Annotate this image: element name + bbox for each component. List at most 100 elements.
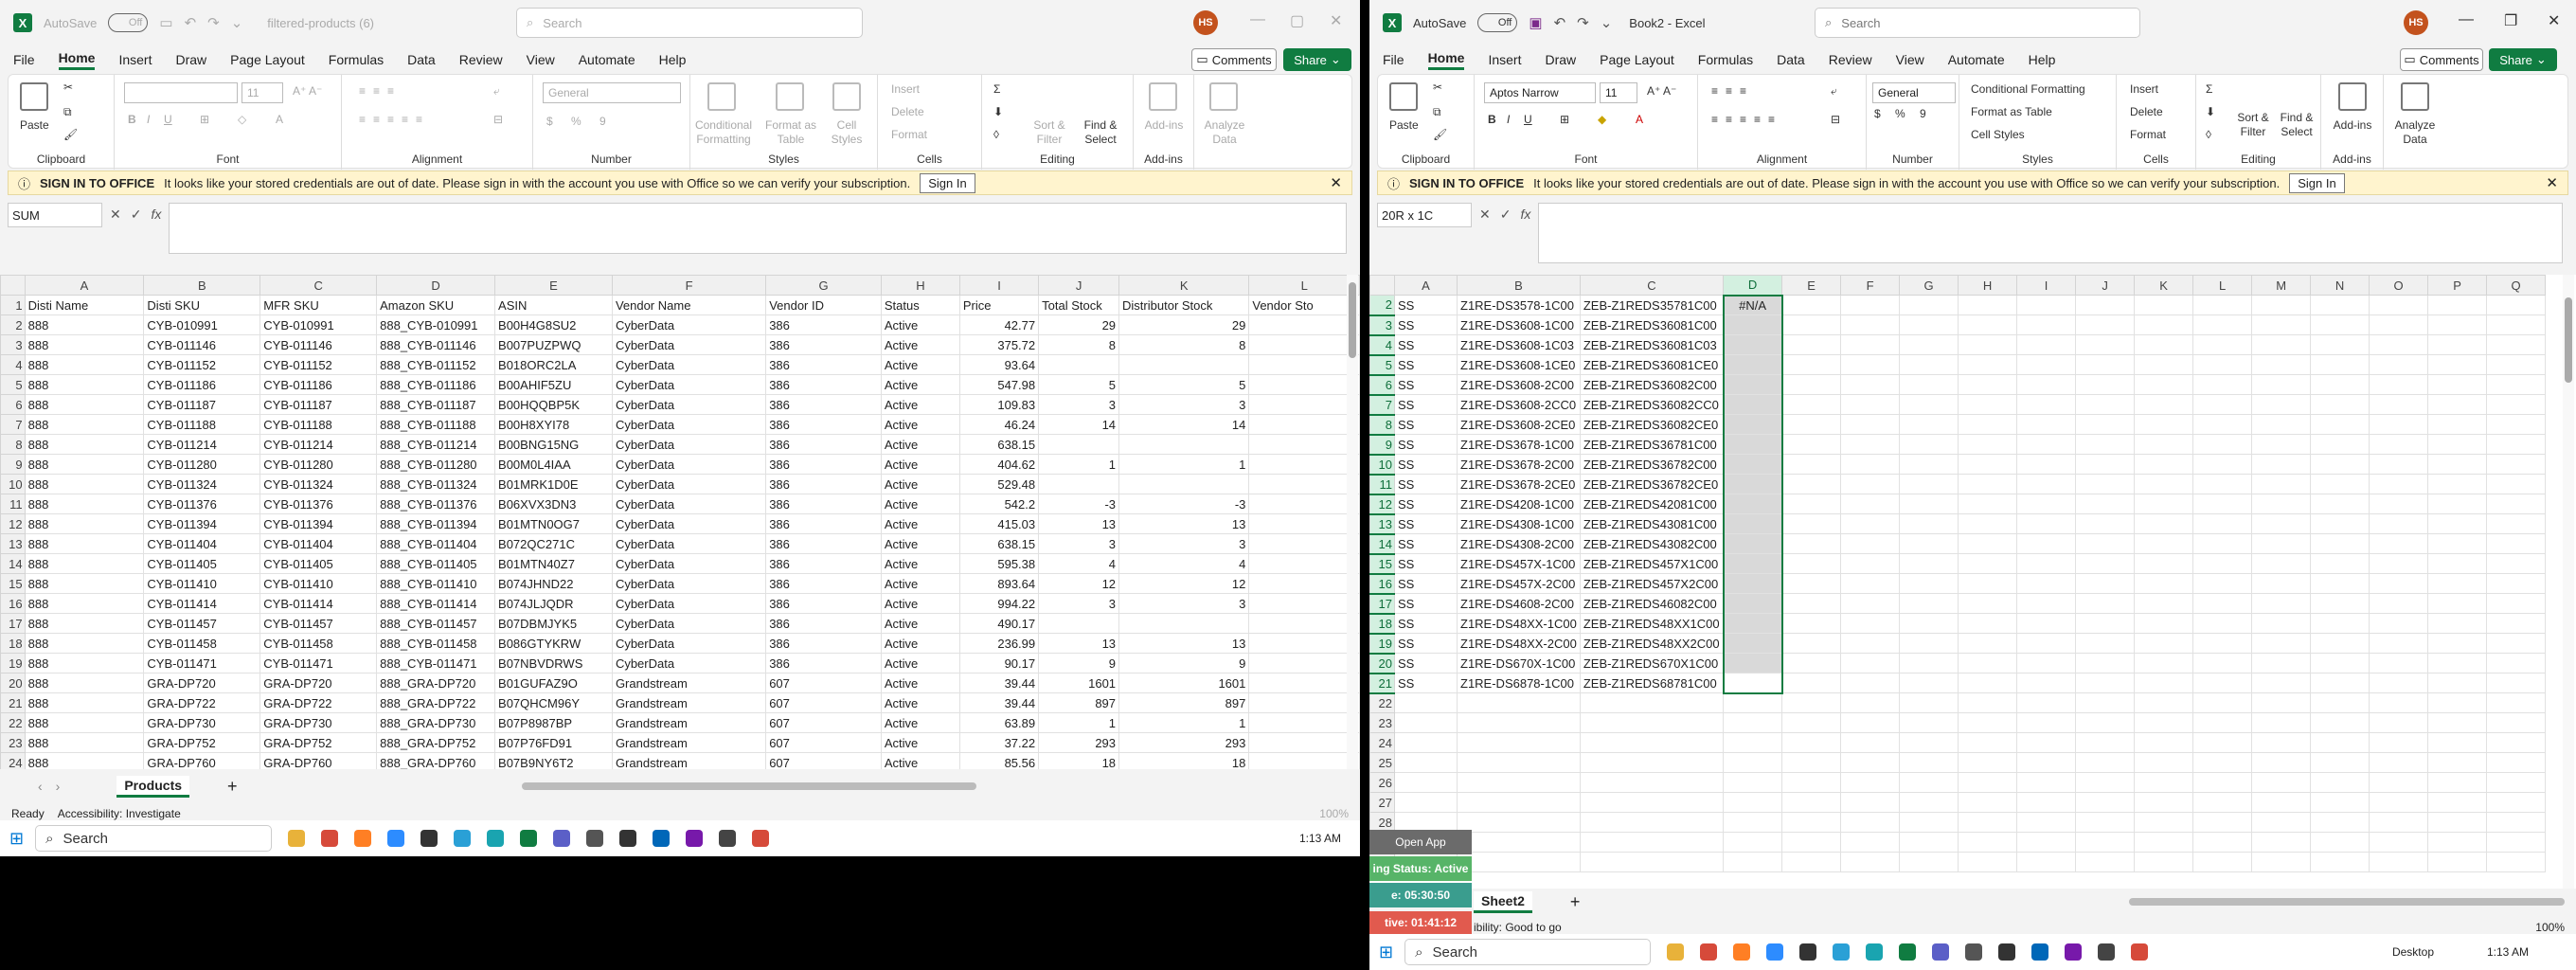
scroll-thumb[interactable]: [1349, 282, 1356, 358]
table-cell[interactable]: [1248, 314, 1360, 335]
table-cell[interactable]: CYB-011187: [143, 394, 261, 415]
table-cell[interactable]: [1394, 692, 1458, 713]
table-cell[interactable]: 542.2: [958, 494, 1040, 514]
table-cell[interactable]: [1248, 673, 1360, 693]
format-table-button[interactable]: Format as Table: [1971, 105, 2052, 118]
table-cell[interactable]: 5: [1038, 374, 1120, 395]
table-cell[interactable]: B07B9NY6T2: [494, 752, 613, 769]
table-cell[interactable]: [2310, 553, 2370, 574]
table-cell[interactable]: [1958, 553, 2018, 574]
table-cell[interactable]: [2016, 573, 2077, 594]
table-cell[interactable]: B07P76FD91: [494, 732, 613, 753]
table-cell[interactable]: 18: [1118, 752, 1250, 769]
table-cell[interactable]: [2251, 454, 2312, 475]
cancel-icon[interactable]: ✕: [110, 207, 121, 223]
table-cell[interactable]: [2251, 533, 2312, 554]
table-cell[interactable]: 12: [1118, 573, 1250, 594]
align-left-icons[interactable]: ≡≡≡≡≡: [359, 113, 430, 126]
table-cell[interactable]: [2369, 792, 2429, 813]
column-header[interactable]: C: [259, 275, 378, 296]
table-cell[interactable]: 888_GRA-DP722: [376, 692, 496, 713]
table-cell[interactable]: SS: [1394, 553, 1458, 574]
font-name-field[interactable]: Aptos Narrow: [1484, 82, 1596, 103]
table-cell[interactable]: [2310, 673, 2370, 693]
tab-view[interactable]: View: [527, 52, 555, 67]
table-cell[interactable]: [1840, 334, 1901, 355]
table-cell[interactable]: ZEB-Z1REDS68781C00: [1579, 673, 1725, 693]
table-cell[interactable]: [2427, 533, 2488, 554]
table-cell[interactable]: [2486, 812, 2547, 833]
table-cell[interactable]: [1781, 434, 1842, 455]
chrome2-icon[interactable]: [2131, 943, 2149, 961]
chrome-icon[interactable]: [1700, 943, 1718, 961]
number-format-icons[interactable]: $ % 9: [1874, 107, 1932, 120]
file-explorer-icon[interactable]: [1667, 943, 1685, 961]
table-cell[interactable]: [1579, 752, 1725, 773]
table-cell[interactable]: [2427, 673, 2488, 693]
table-cell[interactable]: 888: [24, 414, 145, 435]
table-cell[interactable]: [1248, 513, 1360, 534]
table-cell[interactable]: CYB-011324: [259, 474, 378, 494]
avatar[interactable]: HS: [2404, 10, 2428, 35]
table-cell[interactable]: [2016, 354, 2077, 375]
edge-icon[interactable]: [454, 830, 472, 847]
table-cell[interactable]: CYB-011280: [259, 454, 378, 475]
table-cell[interactable]: CYB-010991: [259, 314, 378, 335]
table-cell[interactable]: Z1RE-DS4308-1C00: [1457, 513, 1581, 534]
table-cell[interactable]: [2369, 812, 2429, 833]
row-header[interactable]: 21: [1369, 673, 1395, 694]
table-cell[interactable]: [1899, 772, 1959, 793]
table-cell[interactable]: [2369, 414, 2429, 435]
table-cell[interactable]: CYB-011414: [143, 593, 261, 614]
comments-button[interactable]: ▭ Comments: [1191, 48, 1277, 71]
clock[interactable]: 1:13 AM: [1299, 832, 1341, 845]
table-cell[interactable]: [1840, 394, 1901, 415]
row-header[interactable]: 10: [1369, 454, 1395, 476]
onenote-icon[interactable]: [686, 830, 704, 847]
tab-draw[interactable]: Draw: [1545, 52, 1576, 67]
table-cell[interactable]: CYB-011394: [259, 513, 378, 534]
table-cell[interactable]: [1899, 334, 1959, 355]
table-cell[interactable]: CyberData: [611, 474, 767, 494]
table-cell[interactable]: CYB-011405: [259, 553, 378, 574]
tab-formulas[interactable]: Formulas: [329, 52, 384, 67]
table-cell[interactable]: [2369, 852, 2429, 872]
table-cell[interactable]: ZEB-Z1REDS36782CE0: [1579, 474, 1725, 494]
column-header[interactable]: H: [880, 275, 960, 296]
table-cell[interactable]: [2016, 494, 2077, 514]
table-cell[interactable]: 14: [1118, 414, 1250, 435]
table-cell[interactable]: [1579, 772, 1725, 793]
table-cell[interactable]: [1840, 653, 1901, 674]
table-cell[interactable]: [1248, 752, 1360, 769]
table-cell[interactable]: [2075, 573, 2136, 594]
table-cell[interactable]: Z1RE-DS48XX-1C00: [1457, 613, 1581, 634]
table-cell[interactable]: [2192, 613, 2253, 634]
row-header[interactable]: 25: [1369, 752, 1395, 773]
table-cell[interactable]: [2134, 772, 2194, 793]
table-cell[interactable]: 386: [765, 414, 882, 435]
row-header[interactable]: 15: [1369, 553, 1395, 575]
table-cell[interactable]: [1248, 434, 1360, 455]
table-cell[interactable]: Vendor ID: [765, 295, 882, 315]
table-cell[interactable]: [2016, 434, 2077, 455]
table-cell[interactable]: 547.98: [958, 374, 1040, 395]
table-cell[interactable]: 888: [24, 513, 145, 534]
table-cell[interactable]: [1899, 533, 1959, 554]
table-cell[interactable]: [1958, 394, 2018, 415]
table-cell[interactable]: [1457, 832, 1581, 853]
table-cell[interactable]: 8: [1118, 334, 1250, 355]
table-cell[interactable]: [1840, 613, 1901, 634]
table-cell[interactable]: CYB-011188: [259, 414, 378, 435]
redo-icon[interactable]: ↷: [207, 14, 220, 31]
table-cell[interactable]: [2369, 772, 2429, 793]
table-cell[interactable]: [2310, 573, 2370, 594]
tab-help[interactable]: Help: [2029, 52, 2056, 67]
selected-cell[interactable]: [1722, 593, 1783, 614]
conditional-formatting-button[interactable]: Conditional Formatting: [1971, 82, 2085, 96]
table-cell[interactable]: [2016, 673, 2077, 693]
table-cell[interactable]: 888: [24, 752, 145, 769]
table-cell[interactable]: [1394, 752, 1458, 773]
table-cell[interactable]: [1840, 712, 1901, 733]
table-cell[interactable]: [1958, 434, 2018, 455]
sheet-nav-next-icon[interactable]: ›: [56, 779, 61, 794]
